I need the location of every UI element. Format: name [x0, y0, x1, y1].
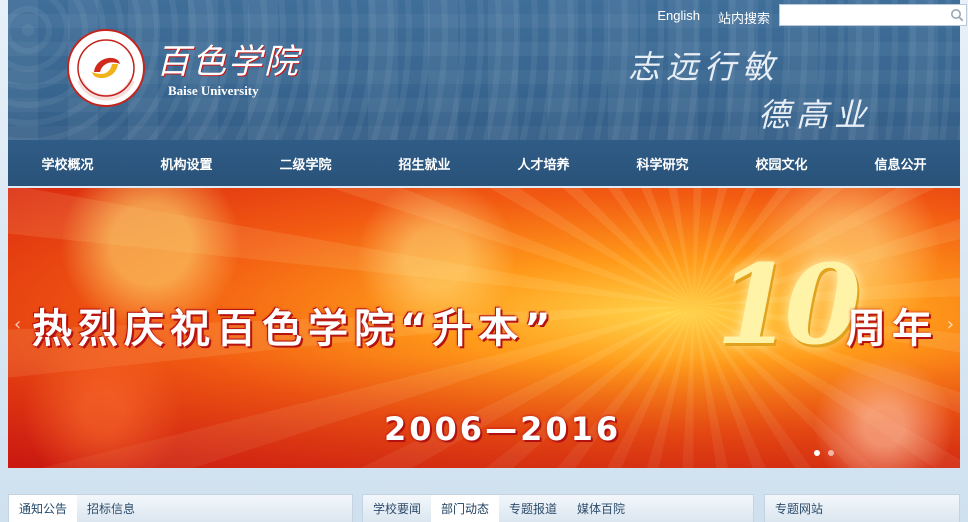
university-name-cn: 百色学院	[156, 42, 300, 82]
nav-item-admissions[interactable]: 招生就业	[365, 154, 484, 173]
content-panels: 通知公告 招标信息 学校要闻 部门动态 专题报道 媒体百院 专题网站	[8, 494, 960, 522]
banner-title: 热烈庆祝百色学院“升本”	[32, 306, 557, 352]
tab-tenders[interactable]: 招标信息	[77, 495, 145, 522]
nav-item-organization[interactable]: 机构设置	[127, 154, 246, 173]
banner-years: 2006—2016	[384, 410, 622, 448]
search-box	[779, 4, 967, 26]
university-emblem[interactable]	[66, 28, 146, 108]
site-search-label: 站内搜索	[717, 11, 770, 26]
hero-banner[interactable]: 热烈庆祝百色学院“升本” 10 周年 2006—2016 ‹ ›	[8, 188, 960, 468]
nav-item-colleges[interactable]: 二级学院	[246, 154, 365, 173]
university-logo[interactable]: 百色学院 Baise University	[156, 34, 300, 99]
nav-item-overview[interactable]: 学校概况	[8, 154, 127, 173]
search-input[interactable]	[780, 5, 947, 25]
topic-sites-title[interactable]: 专题网站	[765, 495, 833, 522]
nav-item-research[interactable]: 科学研究	[603, 154, 722, 173]
tab-special-reports[interactable]: 专题报道	[499, 495, 567, 522]
banner-title-suffix: 周年	[846, 306, 938, 352]
tab-department-news[interactable]: 部门动态	[431, 494, 500, 522]
chevron-left-icon[interactable]: ‹	[14, 314, 21, 335]
banner-dot[interactable]	[828, 450, 834, 456]
main-nav: 学校概况 机构设置 二级学院 招生就业 人才培养 科学研究 校园文化 信息公开	[8, 140, 960, 186]
tab-school-news[interactable]: 学校要闻	[363, 495, 431, 522]
motto-line-1: 志远行敏	[628, 48, 781, 86]
search-icon[interactable]	[947, 5, 966, 25]
motto-line-2: 德高业精	[758, 96, 873, 134]
banner-pagination	[814, 450, 834, 456]
chevron-right-icon[interactable]: ›	[947, 314, 954, 335]
tab-notices[interactable]: 通知公告	[9, 494, 78, 522]
topics-panel-header: 专题网站	[764, 494, 960, 522]
university-name-en: Baise University	[168, 83, 259, 98]
nav-item-education[interactable]: 人才培养	[484, 154, 603, 173]
banner-anniversary-number: 10	[716, 240, 861, 369]
banner-dot[interactable]	[814, 450, 820, 456]
notice-panel-header: 通知公告 招标信息	[8, 494, 353, 522]
english-link[interactable]: English	[657, 8, 700, 27]
nav-item-information[interactable]: 信息公开	[841, 154, 960, 173]
top-links: English 站内搜索	[657, 8, 770, 27]
nav-item-campus-culture[interactable]: 校园文化	[722, 154, 841, 173]
school-motto: 志远行敏 德高业精	[628, 42, 908, 134]
news-panel-header: 学校要闻 部门动态 专题报道 媒体百院	[362, 494, 754, 522]
tab-media[interactable]: 媒体百院	[567, 495, 635, 522]
